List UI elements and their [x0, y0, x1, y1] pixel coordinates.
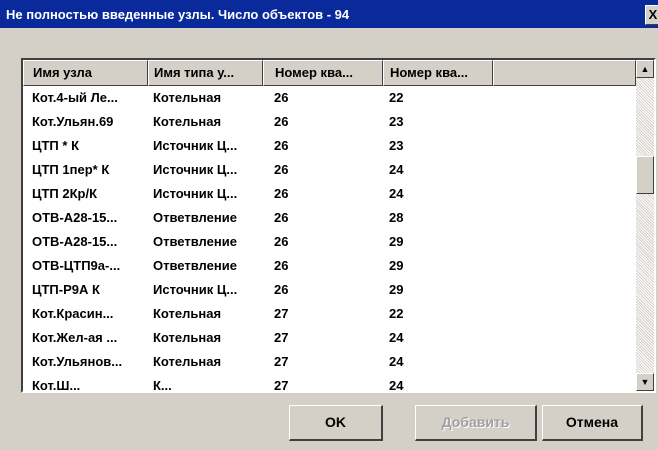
scroll-down-button[interactable]: ▼ — [636, 373, 654, 391]
cell-number-1: 26 — [274, 162, 289, 177]
cell-node-name: ОТВ-А28-15... — [32, 234, 118, 249]
cell-number-1: 26 — [274, 282, 289, 297]
nodes-list-view[interactable]: Имя узла Имя типа у... Номер ква... Номе… — [21, 58, 656, 393]
cell-number-2: 23 — [389, 114, 404, 129]
cell-number-1: 27 — [274, 354, 289, 369]
cell-number-1: 26 — [274, 186, 289, 201]
table-row[interactable]: ЦТП 1пер* К Источник Ц... 26 24 — [23, 158, 636, 182]
cell-type-name: Котельная — [153, 330, 222, 345]
table-row[interactable]: ЦТП 2Кр/К Источник Ц... 26 24 — [23, 182, 636, 206]
cell-type-name: Котельная — [153, 90, 222, 105]
table-row[interactable]: ЦТП * К Источник Ц... 26 23 — [23, 134, 636, 158]
column-header-type-name[interactable]: Имя типа у... — [148, 60, 263, 86]
arrow-down-icon: ▼ — [640, 377, 650, 387]
cell-number-1: 26 — [274, 114, 289, 129]
column-header-node-name[interactable]: Имя узла — [23, 60, 148, 86]
arrow-up-icon: ▲ — [640, 64, 650, 74]
column-header-number-1[interactable]: Номер ква... — [263, 60, 383, 86]
cell-number-1: 27 — [274, 378, 289, 393]
column-header-number-2[interactable]: Номер ква... — [383, 60, 493, 86]
list-header: Имя узла Имя типа у... Номер ква... Номе… — [23, 60, 636, 86]
cell-number-2: 23 — [389, 138, 404, 153]
cell-node-name: Кот.Ульянов... — [32, 354, 123, 369]
cell-number-2: 29 — [389, 258, 404, 273]
table-row[interactable]: Кот.Ульянов... Котельная 27 24 — [23, 350, 636, 374]
cell-number-2: 22 — [389, 90, 404, 105]
table-row[interactable]: ОТВ-А28-15... Ответвление 26 29 — [23, 230, 636, 254]
cell-type-name: Источник Ц... — [153, 282, 238, 297]
window-title: Не полностью введенные узлы. Число объек… — [6, 6, 350, 22]
cell-type-name: К... — [153, 378, 172, 393]
cell-type-name: Ответвление — [153, 234, 237, 249]
cell-type-name: Котельная — [153, 306, 222, 321]
cancel-button[interactable]: Отмена — [542, 405, 643, 441]
cell-number-1: 26 — [274, 234, 289, 249]
table-row[interactable]: ОТВ-ЦТП9а-... Ответвление 26 29 — [23, 254, 636, 278]
cell-number-1: 26 — [274, 90, 289, 105]
table-row[interactable]: Кот.Ш... К... 27 24 — [23, 374, 636, 393]
column-header-filler — [493, 60, 636, 86]
cell-type-name: Источник Ц... — [153, 138, 238, 153]
table-row[interactable]: ОТВ-А28-15... Ответвление 26 28 — [23, 206, 636, 230]
cell-type-name: Источник Ц... — [153, 162, 238, 177]
cell-number-2: 28 — [389, 210, 404, 225]
cell-number-2: 24 — [389, 186, 404, 201]
cell-type-name: Котельная — [153, 354, 222, 369]
cell-node-name: ЦТП 2Кр/К — [32, 186, 98, 201]
cell-type-name: Ответвление — [153, 258, 237, 273]
cell-node-name: Кот.4-ый Ле... — [32, 90, 118, 105]
cell-number-2: 22 — [389, 306, 404, 321]
cell-node-name: Кот.Ульян.69 — [32, 114, 114, 129]
cell-number-2: 24 — [389, 162, 404, 177]
cell-node-name: ЦТП-Р9А К — [32, 282, 100, 297]
cell-number-1: 27 — [274, 306, 289, 321]
cell-number-1: 26 — [274, 258, 289, 273]
close-button[interactable]: X — [645, 5, 658, 25]
cell-node-name: ОТВ-А28-15... — [32, 210, 118, 225]
title-bar: Не полностью введенные узлы. Число объек… — [0, 0, 658, 28]
table-row[interactable]: Кот.Ульян.69 Котельная 26 23 — [23, 110, 636, 134]
cell-node-name: Кот.Ш... — [32, 378, 81, 393]
add-button[interactable]: Добавить — [415, 405, 537, 441]
cell-number-2: 24 — [389, 354, 404, 369]
cell-type-name: Котельная — [153, 114, 222, 129]
vertical-scrollbar[interactable]: ▲ ▼ — [636, 60, 654, 391]
scroll-up-button[interactable]: ▲ — [636, 60, 654, 78]
cell-number-1: 27 — [274, 330, 289, 345]
cell-type-name: Источник Ц... — [153, 186, 238, 201]
cell-number-2: 29 — [389, 234, 404, 249]
close-icon: X — [648, 7, 658, 22]
cell-number-1: 26 — [274, 138, 289, 153]
cell-number-1: 26 — [274, 210, 289, 225]
cell-node-name: Кот.Жел-ая ... — [32, 330, 118, 345]
cell-node-name: ЦТП 1пер* К — [32, 162, 110, 177]
ok-button[interactable]: OK — [289, 405, 383, 441]
cell-number-2: 24 — [389, 378, 404, 393]
cell-node-name: Кот.Красин... — [32, 306, 114, 321]
cell-type-name: Ответвление — [153, 210, 237, 225]
cell-number-2: 24 — [389, 330, 404, 345]
table-row[interactable]: ЦТП-Р9А К Источник Ц... 26 29 — [23, 278, 636, 302]
table-row[interactable]: Кот.4-ый Ле... Котельная 26 22 — [23, 86, 636, 110]
cell-node-name: ОТВ-ЦТП9а-... — [32, 258, 121, 273]
list-rows: Кот.4-ый Ле... Котельная 26 22 Кот.Ульян.69 К… — [23, 86, 636, 393]
table-row[interactable]: Кот.Красин... Котельная 27 22 — [23, 302, 636, 326]
scroll-thumb[interactable] — [636, 156, 654, 194]
table-row[interactable]: Кот.Жел-ая ... Котельная 27 24 — [23, 326, 636, 350]
cell-node-name: ЦТП * К — [32, 138, 79, 153]
cell-number-2: 29 — [389, 282, 404, 297]
